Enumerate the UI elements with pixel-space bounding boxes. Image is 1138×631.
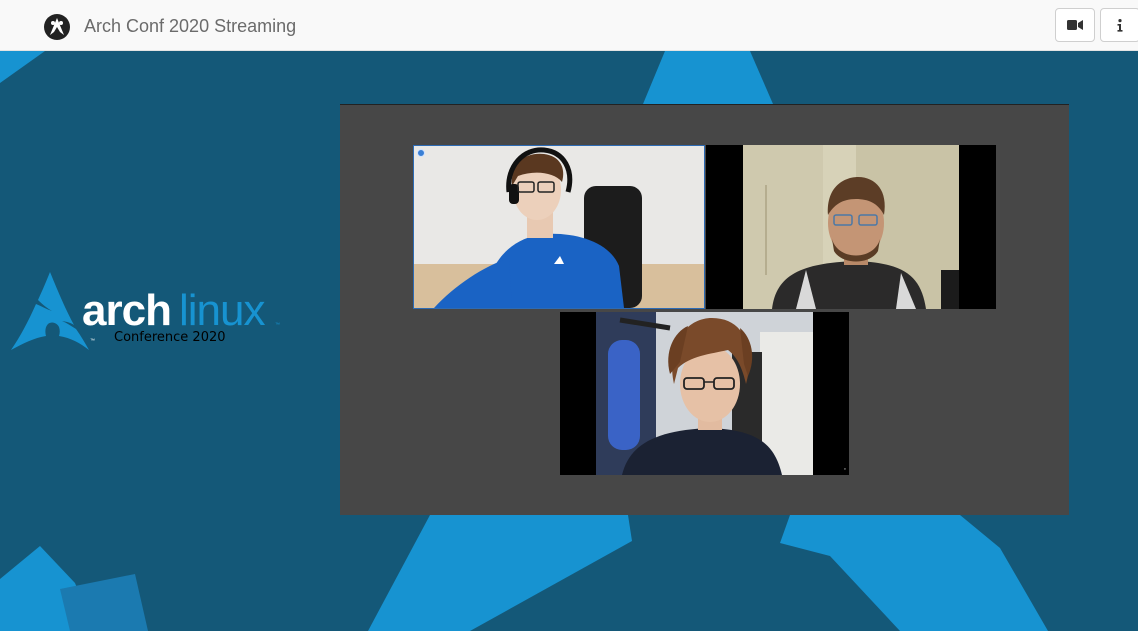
brand-linux-text: linux: [179, 286, 265, 335]
participant-3-image: [560, 312, 849, 475]
app-header: Arch Conf 2020 Streaming: [0, 0, 1138, 51]
info-button[interactable]: [1100, 8, 1138, 42]
participant-1-image: [414, 146, 704, 308]
active-speaker-indicator: [417, 149, 425, 157]
arch-linux-logo-icon: [11, 272, 89, 350]
participant-video-2[interactable]: [706, 145, 996, 309]
pin-icon: ◦: [843, 466, 846, 473]
page-title: Arch Conf 2020 Streaming: [84, 16, 297, 36]
video-call-panel: ◦: [340, 104, 1069, 515]
brand-arch-text: arch: [82, 286, 172, 335]
arch-conf-logo-icon: [44, 14, 70, 40]
camera-button[interactable]: [1055, 8, 1095, 42]
info-icon: [1117, 18, 1123, 32]
participant-2-image: [706, 145, 996, 309]
video-camera-icon: [1067, 20, 1083, 30]
participant-video-1[interactable]: [413, 145, 705, 309]
brand-subtitle: Conference 2020: [114, 330, 226, 345]
brand-trademark: ™: [275, 322, 280, 328]
brand-trademark-logo: ™: [90, 338, 95, 344]
stream-stage: arch linux ™ ™ Conference 2020 ◦: [0, 51, 1138, 631]
arch-linux-conference-branding: arch linux ™ ™ Conference 2020: [10, 270, 300, 390]
participant-video-3[interactable]: ◦: [560, 312, 849, 475]
